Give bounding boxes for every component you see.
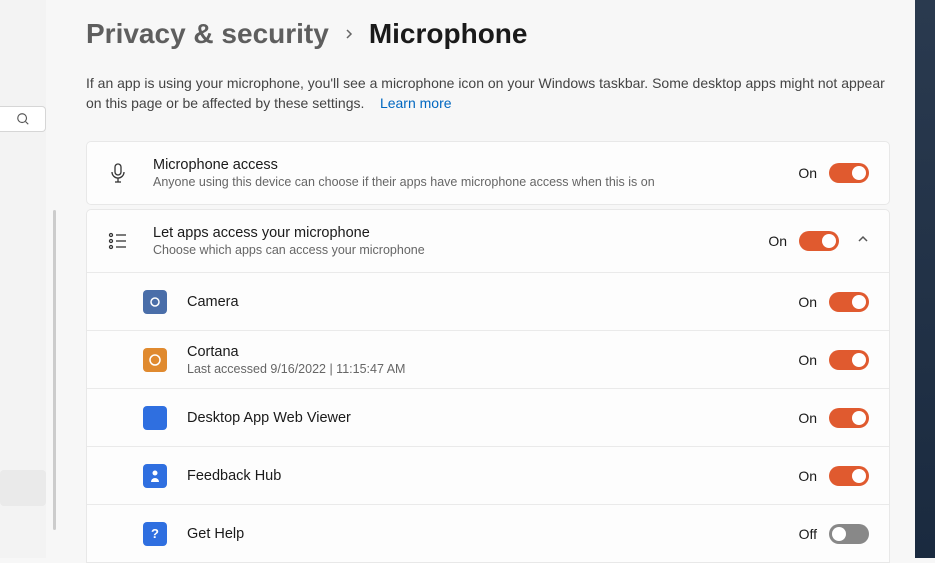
chevron-right-icon bbox=[343, 23, 355, 46]
app-toggle[interactable] bbox=[829, 524, 869, 544]
microphone-icon bbox=[107, 162, 129, 184]
let-apps-state: On bbox=[768, 233, 787, 249]
app-row: CameraOn bbox=[87, 272, 889, 330]
app-row: Cortana Last accessed 9/16/2022 | 11:15:4… bbox=[87, 330, 889, 388]
app-icon bbox=[143, 348, 167, 372]
app-toggle[interactable] bbox=[829, 292, 869, 312]
mic-access-title: Microphone access bbox=[153, 157, 798, 173]
let-apps-header-row[interactable]: Let apps access your microphone Choose w… bbox=[87, 210, 889, 272]
list-icon bbox=[107, 232, 129, 250]
app-name: Cortana bbox=[187, 344, 798, 360]
page-description: If an app is using your microphone, you'… bbox=[86, 74, 888, 113]
app-icon bbox=[143, 464, 167, 488]
app-row: Desktop App Web ViewerOn bbox=[87, 388, 889, 446]
window-edge bbox=[915, 0, 935, 558]
let-apps-sub: Choose which apps can access your microp… bbox=[153, 243, 768, 257]
let-apps-toggle[interactable] bbox=[799, 231, 839, 251]
breadcrumb: Privacy & security Microphone bbox=[86, 18, 890, 50]
app-icon: ? bbox=[143, 522, 167, 546]
app-icon bbox=[143, 290, 167, 314]
app-name: Desktop App Web Viewer bbox=[187, 410, 798, 426]
app-row: Feedback HubOn bbox=[87, 446, 889, 504]
page-title: Microphone bbox=[369, 18, 528, 50]
app-icon bbox=[143, 406, 167, 430]
mic-access-card: Microphone access Anyone using this devi… bbox=[86, 141, 890, 205]
app-state: Off bbox=[799, 526, 817, 542]
let-apps-title: Let apps access your microphone bbox=[153, 225, 768, 241]
app-state: On bbox=[798, 410, 817, 426]
mic-access-sub: Anyone using this device can choose if t… bbox=[153, 175, 798, 189]
mic-access-toggle[interactable] bbox=[829, 163, 869, 183]
app-sub: Last accessed 9/16/2022 | 11:15:47 AM bbox=[187, 362, 798, 376]
app-state: On bbox=[798, 352, 817, 368]
search-icon bbox=[16, 112, 30, 126]
app-name: Feedback Hub bbox=[187, 468, 798, 484]
let-apps-card: Let apps access your microphone Choose w… bbox=[86, 209, 890, 563]
app-row: ? Get HelpOff bbox=[87, 504, 889, 562]
nav-selected-item[interactable] bbox=[0, 470, 46, 506]
learn-more-link[interactable]: Learn more bbox=[380, 95, 452, 111]
app-toggle[interactable] bbox=[829, 350, 869, 370]
app-state: On bbox=[798, 294, 817, 310]
app-toggle[interactable] bbox=[829, 408, 869, 428]
app-state: On bbox=[798, 468, 817, 484]
mic-access-state: On bbox=[798, 165, 817, 181]
chevron-up-icon[interactable] bbox=[857, 232, 869, 250]
search-input[interactable] bbox=[0, 106, 46, 132]
app-toggle[interactable] bbox=[829, 466, 869, 486]
app-name: Camera bbox=[187, 294, 798, 310]
app-name: Get Help bbox=[187, 526, 799, 542]
breadcrumb-parent[interactable]: Privacy & security bbox=[86, 18, 329, 50]
nav-scroll-indicator bbox=[53, 210, 56, 530]
